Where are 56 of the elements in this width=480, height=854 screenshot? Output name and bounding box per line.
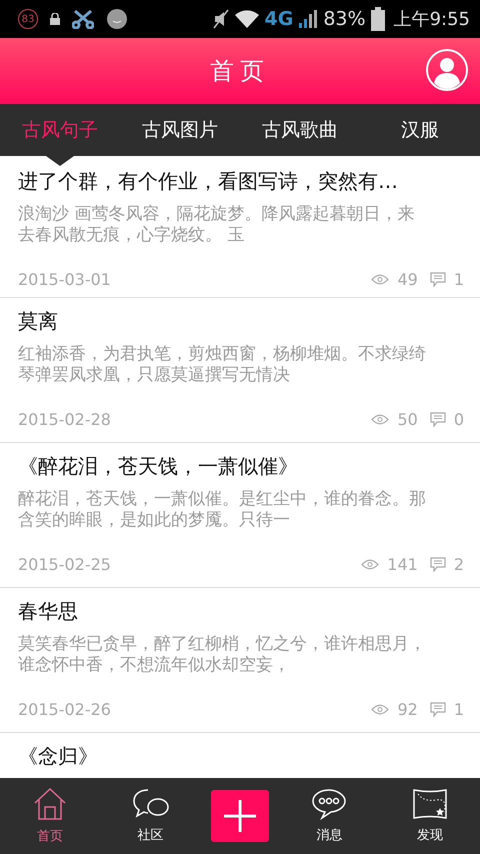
view-count: 141 <box>387 555 418 574</box>
nav-tab[interactable]: 首页 <box>10 787 90 845</box>
category-tab[interactable]: 古风歌曲 <box>240 104 360 156</box>
house-icon <box>33 787 68 821</box>
eye-icon <box>371 414 390 425</box>
nav-tab[interactable]: 社区 <box>110 788 191 844</box>
comment-icon <box>430 557 446 572</box>
face-icon <box>106 8 128 30</box>
comment-icon <box>430 412 446 427</box>
comment-icon <box>430 272 446 287</box>
view-count: 92 <box>397 700 418 719</box>
category-tab[interactable]: 古风图片 <box>120 104 240 156</box>
clock: 上午9:55 <box>394 8 470 31</box>
post-title[interactable]: 《念归》 <box>18 743 468 773</box>
avatar-icon[interactable] <box>426 49 468 91</box>
post-excerpt: 醉花泪，苍天饯，一萧似催。是红尘中，谁的眷念。那含笑的眸眼，是如此的梦魇。只待一 <box>18 489 427 531</box>
nav-tab[interactable]: 发现 <box>390 788 470 844</box>
post-date: 2015-02-25 <box>18 555 111 574</box>
view-count: 50 <box>397 410 418 429</box>
battery-icon <box>370 7 385 31</box>
map-icon <box>412 788 448 820</box>
eye-icon <box>371 274 390 285</box>
nav-tab[interactable]: 消息 <box>289 788 370 844</box>
network-type: 4G <box>264 8 294 30</box>
comment-count: 1 <box>454 700 464 719</box>
post-title[interactable]: 《醉花泪，苍天饯，一萧似催》 <box>18 453 468 483</box>
page-title: 首页 <box>210 56 270 87</box>
plus-icon <box>222 799 257 833</box>
post-date: 2015-02-26 <box>18 700 111 719</box>
post-title[interactable]: 进了个群，有个作业，看图写诗，突然有… <box>18 168 468 198</box>
add-button[interactable] <box>210 790 269 842</box>
chat-bubbles-icon <box>132 788 170 820</box>
post-excerpt: 莫笑春华已贪早，醉了红柳梢，忆之兮，谁许相思月，谁念怀中香，不想流年似水却空妄， <box>18 634 427 676</box>
wifi-icon <box>234 9 260 29</box>
lock-icon <box>50 13 60 25</box>
category-tab[interactable]: 古风句子 <box>0 104 120 156</box>
post-excerpt: 浪淘沙 画莺冬风容，隔花旋梦。降风露起暮朝日，来去春风散无痕，心字烧纹。 玉 <box>18 204 416 246</box>
post-title[interactable]: 莫离 <box>18 308 468 338</box>
post-date: 2015-02-28 <box>18 410 111 429</box>
comment-count: 1 <box>454 270 464 289</box>
battery-percent: 83% <box>323 8 366 30</box>
eye-icon <box>371 704 390 715</box>
post-excerpt: 红袖添香，为君执笔，剪烛西窗，杨柳堆烟。不求绿绮琴弹罢凤求凰，只愿莫逼撰写无情决 <box>18 344 427 386</box>
category-tab[interactable]: 汉服 <box>360 104 480 156</box>
scissors-icon <box>72 9 94 29</box>
mute-icon <box>212 9 229 29</box>
comment-icon <box>430 702 446 717</box>
signal-icon <box>298 9 318 29</box>
comment-count: 2 <box>454 555 464 574</box>
eye-icon <box>361 559 380 570</box>
comment-count: 0 <box>454 410 464 429</box>
speech-bubble-icon <box>311 788 348 820</box>
heart-badge: 83 <box>18 9 38 29</box>
post-title[interactable]: 春华思 <box>18 598 468 628</box>
view-count: 49 <box>397 270 418 289</box>
post-date: 2015-03-01 <box>18 270 111 289</box>
